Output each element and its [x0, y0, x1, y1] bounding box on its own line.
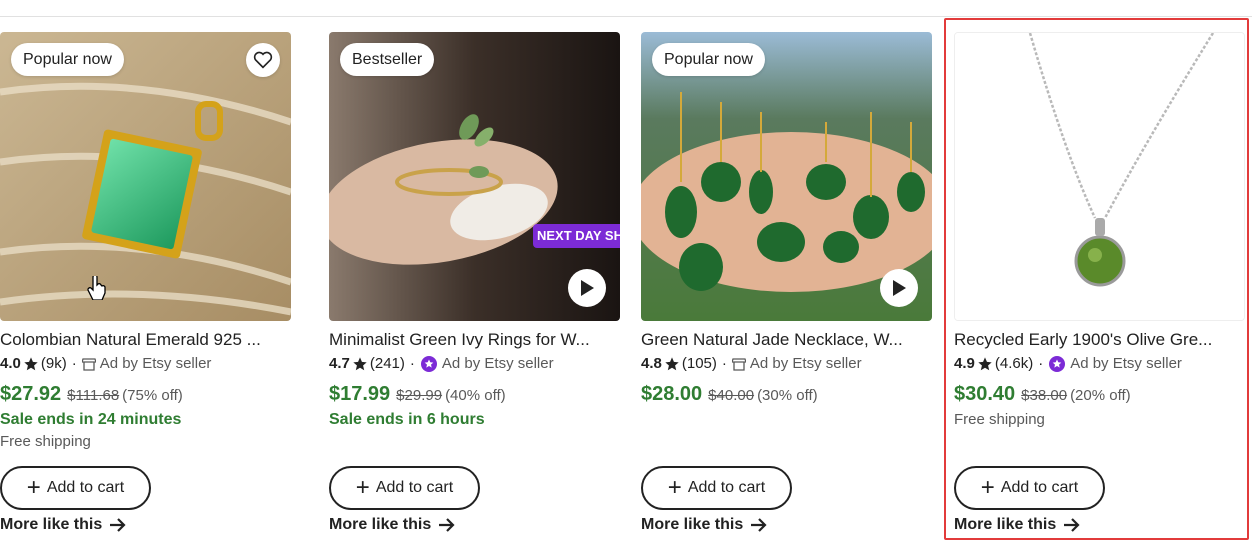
product-card[interactable]: Popular now Green Natural Jade Necklace,…: [641, 32, 932, 533]
more-like-this-link[interactable]: More like this: [0, 516, 126, 534]
original-price: $38.00: [1021, 387, 1068, 404]
price-row: $17.99 $29.99 (40% off): [329, 383, 620, 406]
review-count: (105): [681, 355, 717, 372]
separator-dot: ·: [721, 355, 727, 372]
ad-label: Ad by Etsy seller: [441, 355, 554, 372]
next-day-shipping-banner: NEXT DAY SHIPP: [533, 224, 620, 248]
product-image[interactable]: Bestseller NEXT DAY SHIPP: [329, 32, 620, 321]
rating-value: 4.8: [641, 355, 662, 372]
discount-label: (40% off): [445, 387, 506, 404]
favorite-button[interactable]: [246, 43, 280, 77]
product-card[interactable]: Popular now Colombian Natural Emerald 92…: [0, 32, 291, 533]
more-like-this-link[interactable]: More like this: [954, 516, 1080, 534]
add-to-cart-button[interactable]: + Add to cart: [954, 466, 1105, 510]
add-to-cart-label: Add to cart: [375, 479, 454, 496]
star-icon: [978, 357, 992, 371]
arrow-right-icon: [1064, 518, 1080, 532]
hand-cursor-icon: [87, 276, 106, 300]
sale-price: $17.99: [329, 383, 391, 405]
rating-value: 4.7: [329, 355, 350, 372]
star-icon: [665, 357, 679, 371]
add-to-cart-label: Add to cart: [687, 479, 766, 496]
popular-now-badge: Popular now: [11, 43, 124, 76]
discount-label: (75% off): [122, 387, 183, 404]
discount-label: (30% off): [757, 387, 818, 404]
price-row: $27.92 $111.68 (75% off): [0, 383, 291, 406]
product-title[interactable]: Recycled Early 1900's Olive Gre...: [954, 330, 1245, 350]
star-icon: [24, 357, 38, 371]
plus-icon: +: [980, 474, 995, 501]
price-row: $30.40 $38.00 (20% off): [954, 383, 1245, 406]
review-count: (9k): [40, 355, 67, 372]
star-seller-badge-icon: [1049, 356, 1066, 372]
original-price: $29.99: [396, 387, 443, 404]
sale-countdown: Sale ends in 24 minutes: [0, 411, 182, 428]
rating-row: 4.9 (4.6k) · Ad by Etsy seller: [954, 354, 1245, 374]
price-row: $28.00 $40.00 (30% off): [641, 383, 932, 406]
rating-value: 4.9: [954, 355, 975, 372]
free-shipping-label: Free shipping: [954, 411, 1045, 428]
plus-icon: +: [355, 474, 370, 501]
plus-icon: +: [26, 474, 41, 501]
product-image[interactable]: Popular now: [641, 32, 932, 321]
arrow-right-icon: [439, 518, 455, 532]
add-to-cart-button[interactable]: + Add to cart: [329, 466, 480, 510]
ad-label: Ad by Etsy seller: [99, 355, 212, 372]
add-to-cart-label: Add to cart: [46, 479, 125, 496]
product-image[interactable]: Popular now: [0, 32, 291, 321]
more-like-this-label: More like this: [0, 516, 103, 533]
star-seller-badge-icon: [420, 356, 437, 372]
product-card[interactable]: Bestseller NEXT DAY SHIPP Minimalist Gre…: [329, 32, 620, 533]
popular-now-badge: Popular now: [652, 43, 765, 76]
shop-icon: [731, 358, 746, 371]
rating-row: 4.8 (105) · Ad by Etsy seller: [641, 354, 932, 374]
bestseller-badge: Bestseller: [340, 43, 435, 76]
free-shipping-label: Free shipping: [0, 433, 91, 450]
olive-pendant-photo: [955, 33, 1244, 320]
product-title[interactable]: Minimalist Green Ivy Rings for W...: [329, 330, 620, 350]
more-like-this-label: More like this: [641, 516, 744, 533]
top-divider: [0, 16, 1252, 17]
sale-price: $27.92: [0, 383, 62, 405]
original-price: $40.00: [708, 387, 755, 404]
sale-countdown: Sale ends in 6 hours: [329, 411, 485, 428]
product-title[interactable]: Colombian Natural Emerald 925 ...: [0, 330, 291, 350]
discount-label: (20% off): [1070, 387, 1131, 404]
original-price: $111.68: [67, 387, 120, 404]
arrow-right-icon: [110, 518, 126, 532]
product-image[interactable]: [954, 32, 1245, 321]
sale-price: $28.00: [641, 383, 703, 405]
sale-price: $30.40: [954, 383, 1016, 405]
more-like-this-link[interactable]: More like this: [329, 516, 455, 534]
add-to-cart-button[interactable]: + Add to cart: [641, 466, 792, 510]
more-like-this-link[interactable]: More like this: [641, 516, 767, 534]
product-title[interactable]: Green Natural Jade Necklace, W...: [641, 330, 932, 350]
play-icon: [893, 280, 906, 296]
arrow-right-icon: [751, 518, 767, 532]
more-like-this-label: More like this: [329, 516, 432, 533]
play-video-button[interactable]: [568, 269, 606, 307]
plus-icon: +: [667, 474, 682, 501]
separator-dot: ·: [409, 355, 415, 372]
heart-icon: [253, 51, 273, 69]
review-count: (241): [369, 355, 405, 372]
ad-label: Ad by Etsy seller: [1070, 355, 1182, 372]
rating-row: 4.7 (241) · Ad by Etsy seller: [329, 354, 620, 374]
ad-label: Ad by Etsy seller: [749, 355, 862, 372]
play-video-button[interactable]: [880, 269, 918, 307]
rating-row: 4.0 (9k) · Ad by Etsy seller: [0, 354, 291, 374]
more-like-this-label: More like this: [954, 516, 1057, 533]
star-icon: [353, 357, 367, 371]
rating-value: 4.0: [0, 355, 21, 372]
review-count: (4.6k): [994, 355, 1034, 372]
shop-icon: [81, 358, 96, 371]
separator-dot: ·: [1038, 355, 1044, 372]
product-card[interactable]: Recycled Early 1900's Olive Gre... 4.9 (…: [954, 32, 1245, 533]
separator-dot: ·: [71, 355, 77, 372]
add-to-cart-label: Add to cart: [1000, 479, 1079, 496]
add-to-cart-button[interactable]: + Add to cart: [0, 466, 151, 510]
play-icon: [581, 280, 594, 296]
